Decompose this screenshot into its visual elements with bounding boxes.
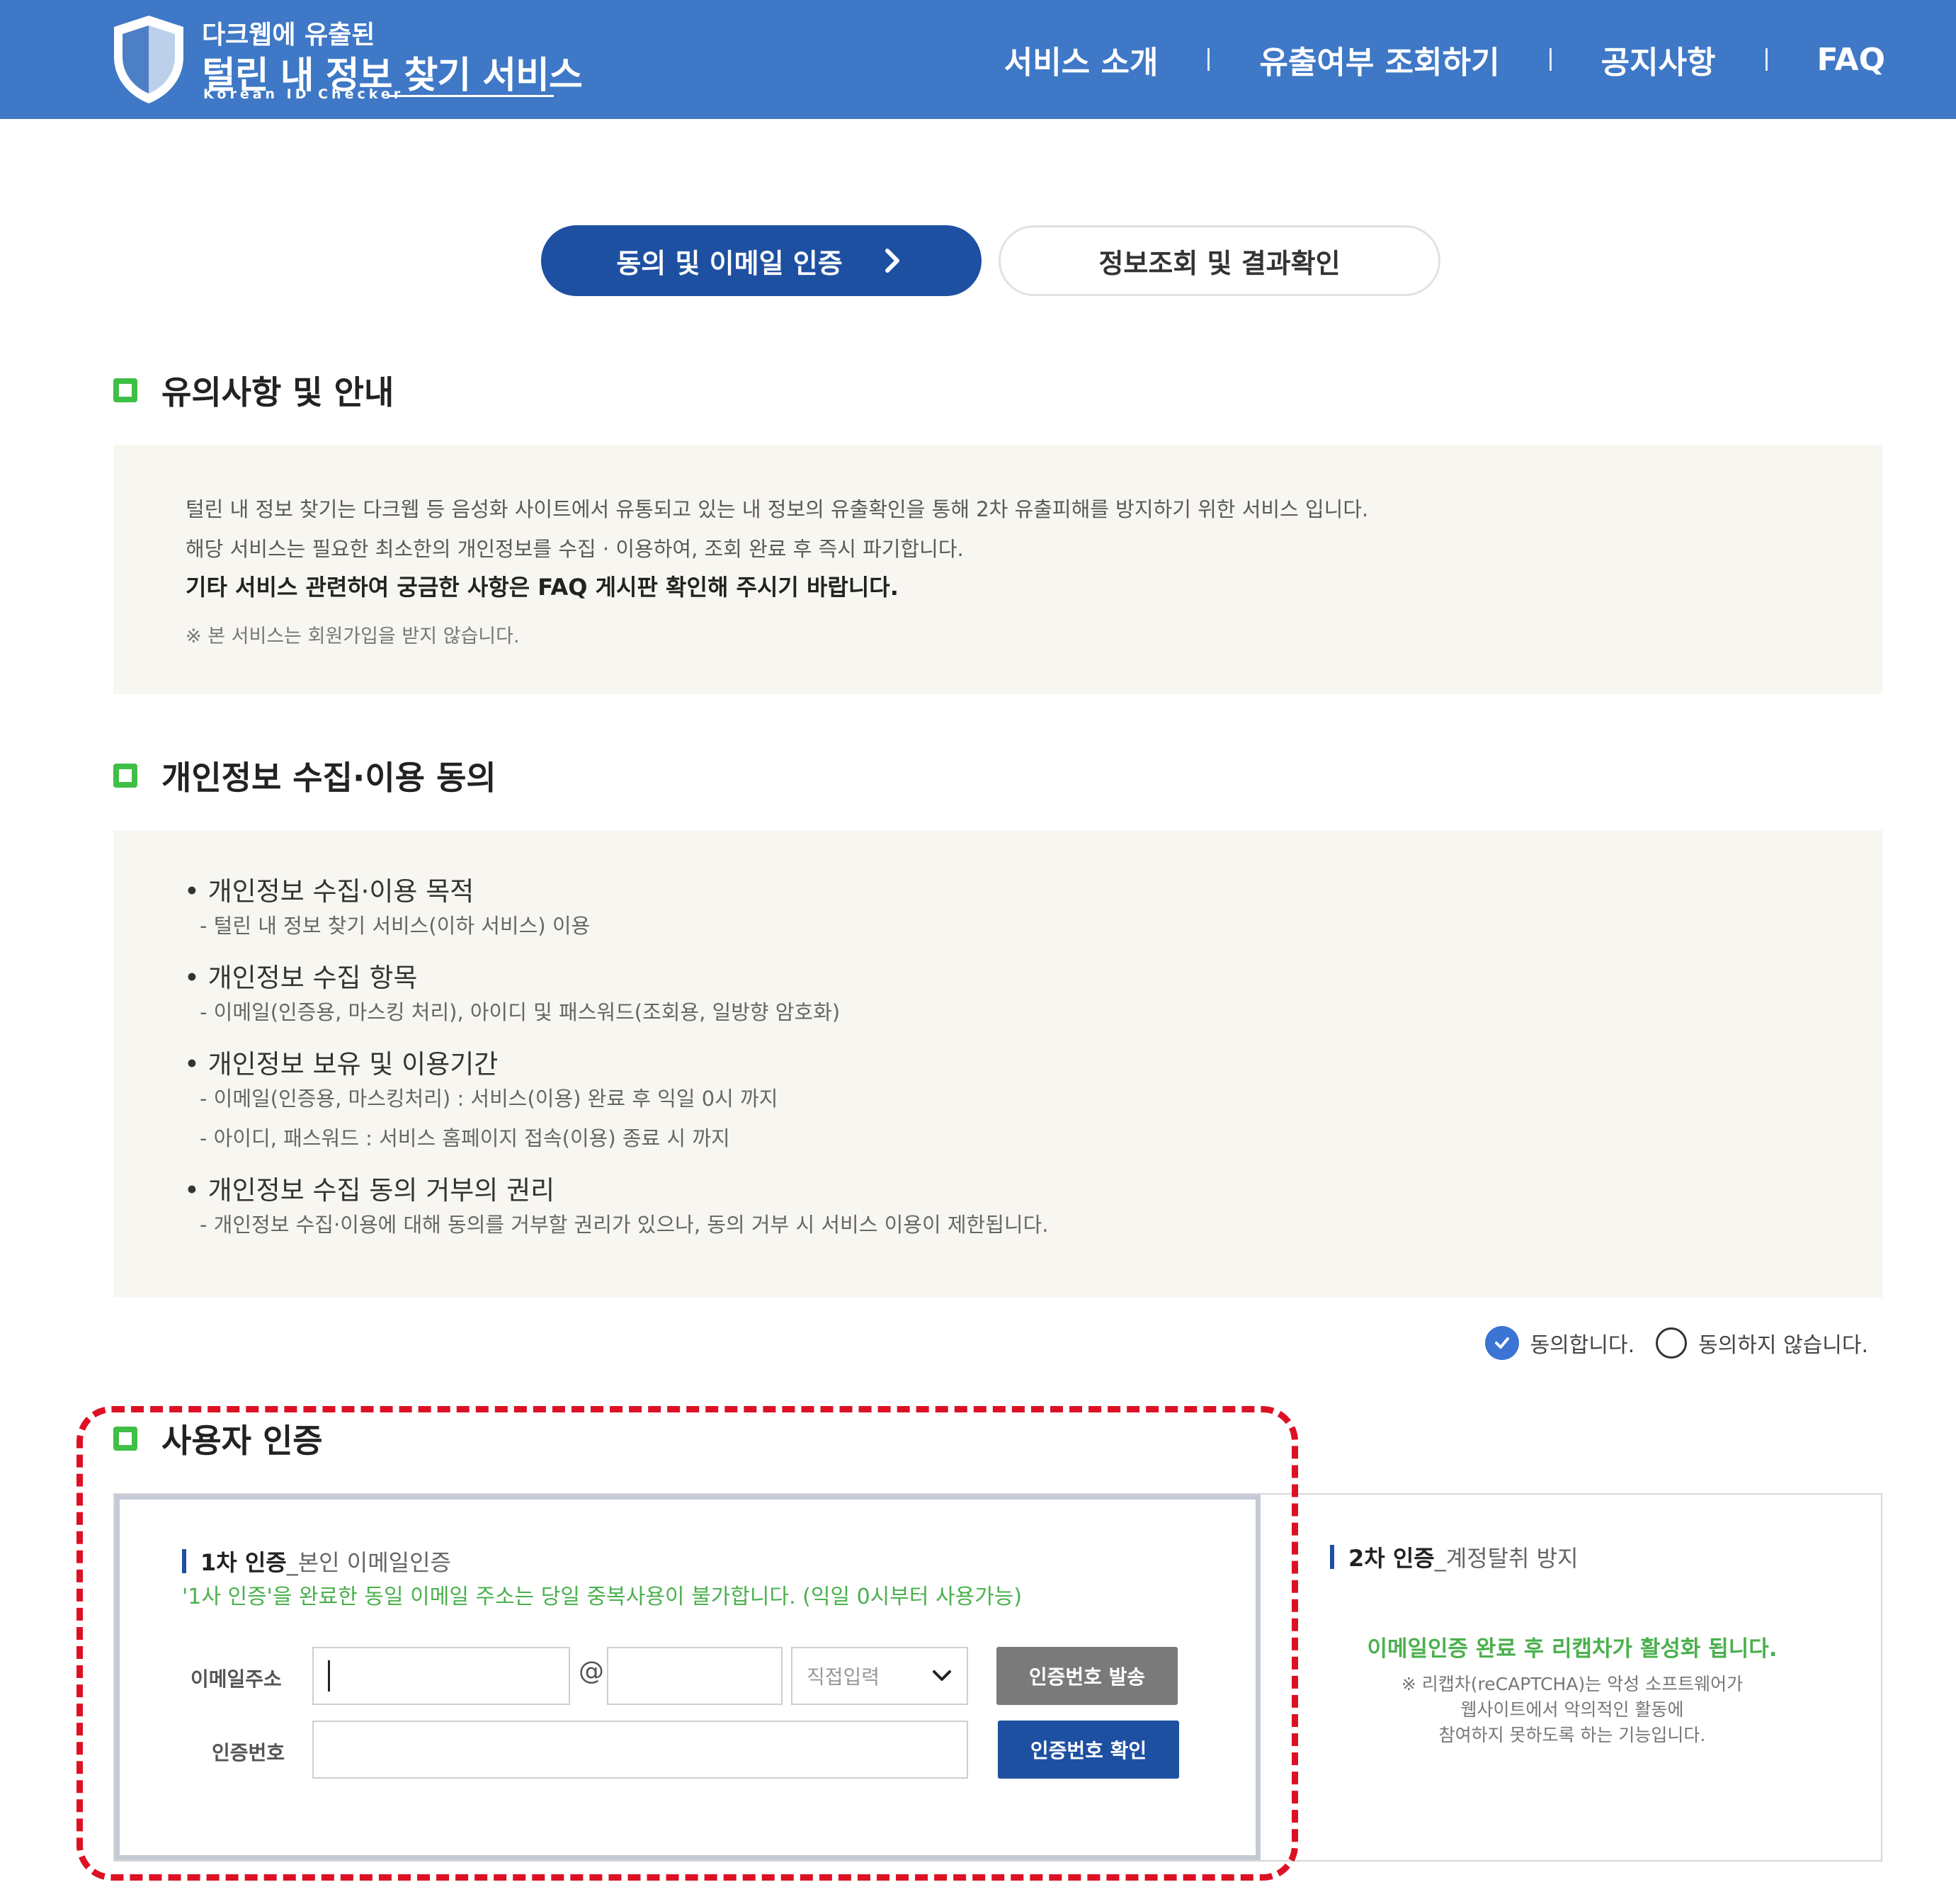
auth-title: 사용자 인증 <box>161 1422 323 1460</box>
consent-item-head: • 개인정보 수집 동의 거부의 권리 <box>184 1175 555 1206</box>
consent-item-head: • 개인정보 수집·이용 목적 <box>184 876 474 907</box>
notice-line-3: 기타 서비스 관련하여 궁금한 사항은 FAQ 게시판 확인해 주시기 바랍니다… <box>186 574 899 601</box>
nav-service-intro[interactable]: 서비스 소개 <box>1004 37 1159 82</box>
consent-item-sub: - 개인정보 수집·이용에 대해 동의를 거부할 권리가 있으나, 동의 거부 … <box>200 1213 1049 1237</box>
disagree-radio[interactable] <box>1656 1327 1688 1359</box>
nav-notices[interactable]: 공지사항 <box>1601 37 1716 82</box>
section-marker-icon <box>113 378 137 402</box>
recaptcha-note-1: ※ 리캡차(reCAPTCHA)는 악성 소프트웨어가 <box>1401 1674 1744 1694</box>
notice-line-1: 털린 내 정보 찾기는 다크웹 등 음성화 사이트에서 유통되고 있는 내 정보… <box>186 497 1369 521</box>
consent-panel: • 개인정보 수집·이용 목적 - 털린 내 정보 찾기 서비스(이하 서비스)… <box>113 830 1882 1298</box>
consent-item-sub: - 이메일(인증용, 마스킹처리) : 서비스(이용) 완료 후 익일 0시 까… <box>200 1087 778 1111</box>
notice-line-4: ※ 본 서비스는 회원가입을 받지 않습니다. <box>186 625 520 647</box>
notice-panel: 털린 내 정보 찾기는 다크웹 등 음성화 사이트에서 유통되고 있는 내 정보… <box>113 445 1882 694</box>
logo-sub-text: Korean ID Checker <box>203 86 404 102</box>
heading-bar <box>182 1549 186 1573</box>
nav-leak-check[interactable]: 유출여부 조회하기 <box>1259 37 1499 82</box>
consent-item-head: • 개인정보 수집 항목 <box>184 963 418 993</box>
step-consent-email-label: 동의 및 이메일 인증 <box>616 247 843 279</box>
second-auth-heading: 2차 인증 _계정탈취 방지 <box>1330 1541 1579 1573</box>
verification-code-input[interactable] <box>312 1721 968 1779</box>
notice-line-2: 해당 서비스는 필요한 최소한의 개인정보를 수집 · 이용하여, 조회 완료 … <box>186 537 964 561</box>
shield-logo-icon <box>114 16 183 103</box>
section-marker-icon <box>113 1427 137 1451</box>
second-auth-title-sub: _계정탈취 방지 <box>1434 1545 1579 1572</box>
consent-item-sub: - 털린 내 정보 찾기 서비스(이하 서비스) 이용 <box>200 914 591 938</box>
second-auth-title: 2차 인증 <box>1348 1545 1435 1572</box>
auth-heading: 사용자 인증 <box>113 1415 323 1462</box>
chevron-down-icon <box>933 1670 951 1681</box>
consent-item-sub: - 이메일(인증용, 마스킹 처리), 아이디 및 패스워드(조회용, 일방향 … <box>200 1000 841 1024</box>
text-caret <box>328 1660 330 1692</box>
nav-divider <box>1207 48 1210 71</box>
code-label: 인증번호 <box>212 1741 285 1764</box>
nav-faq[interactable]: FAQ <box>1817 42 1885 78</box>
agree-radio[interactable] <box>1484 1326 1519 1360</box>
chevron-right-icon <box>885 249 899 273</box>
email-domain-input[interactable] <box>607 1647 783 1705</box>
site-logo[interactable]: 다크웹에 유출된 털린 내 정보 찾기 서비스 Korean ID Checke… <box>110 13 583 108</box>
consent-item-sub: - 아이디, 패스워드 : 서비스 홈페이지 접속(이용) 종료 시 까지 <box>200 1126 730 1150</box>
main-nav: 서비스 소개 유출여부 조회하기 공지사항 FAQ <box>1004 0 1885 119</box>
send-code-button[interactable]: 인증번호 발송 <box>996 1647 1178 1705</box>
recaptcha-note-3: 참여하지 못하도록 하는 기능입니다. <box>1438 1725 1706 1745</box>
notice-heading: 유의사항 및 안내 <box>113 367 394 414</box>
first-auth-warning: '1사 인증'을 완료한 동일 이메일 주소는 당일 중복사용이 불가합니다. … <box>182 1585 1023 1609</box>
nav-divider <box>1549 48 1552 71</box>
confirm-code-button[interactable]: 인증번호 확인 <box>998 1721 1179 1779</box>
nav-divider <box>1765 48 1768 71</box>
recaptcha-status-message: 이메일인증 완료 후 리캡차가 활성화 됩니다. <box>1367 1636 1778 1662</box>
step-lookup-result[interactable]: 정보조회 및 결과확인 <box>999 225 1440 296</box>
first-auth-panel: 1차 인증 _본인 이메일인증 '1사 인증'을 완료한 동일 이메일 주소는 … <box>115 1495 1261 1860</box>
first-auth-title-sub: _본인 이메일인증 <box>286 1549 451 1576</box>
consent-radio-group: 동의합니다. 동의하지 않습니다. <box>1484 1326 1868 1360</box>
at-symbol: @ <box>579 1657 604 1686</box>
consent-title: 개인정보 수집·이용 동의 <box>161 759 496 797</box>
email-domain-select[interactable]: 직접입력 <box>791 1647 968 1705</box>
notice-title: 유의사항 및 안내 <box>161 373 394 412</box>
heading-bar <box>1330 1545 1334 1569</box>
step-consent-email[interactable]: 동의 및 이메일 인증 <box>541 225 982 296</box>
step-lookup-result-label: 정보조회 및 결과확인 <box>1098 247 1341 279</box>
email-label: 이메일주소 <box>191 1667 282 1691</box>
consent-heading: 개인정보 수집·이용 동의 <box>113 752 496 799</box>
first-auth-heading: 1차 인증 _본인 이메일인증 <box>182 1545 451 1577</box>
agree-label[interactable]: 동의합니다. <box>1530 1327 1635 1359</box>
section-marker-icon <box>113 764 137 788</box>
consent-item-head: • 개인정보 보유 및 이용기간 <box>184 1049 499 1080</box>
check-icon <box>1494 1337 1509 1349</box>
site-header: 다크웹에 유출된 털린 내 정보 찾기 서비스 Korean ID Checke… <box>0 0 1956 119</box>
email-local-input[interactable] <box>312 1647 570 1705</box>
logo-underline <box>387 95 554 97</box>
disagree-label[interactable]: 동의하지 않습니다. <box>1698 1327 1868 1359</box>
first-auth-title: 1차 인증 <box>200 1549 287 1576</box>
recaptcha-note-2: 웹사이트에서 악의적인 활동에 <box>1460 1699 1684 1720</box>
domain-select-value: 직접입력 <box>807 1665 880 1689</box>
